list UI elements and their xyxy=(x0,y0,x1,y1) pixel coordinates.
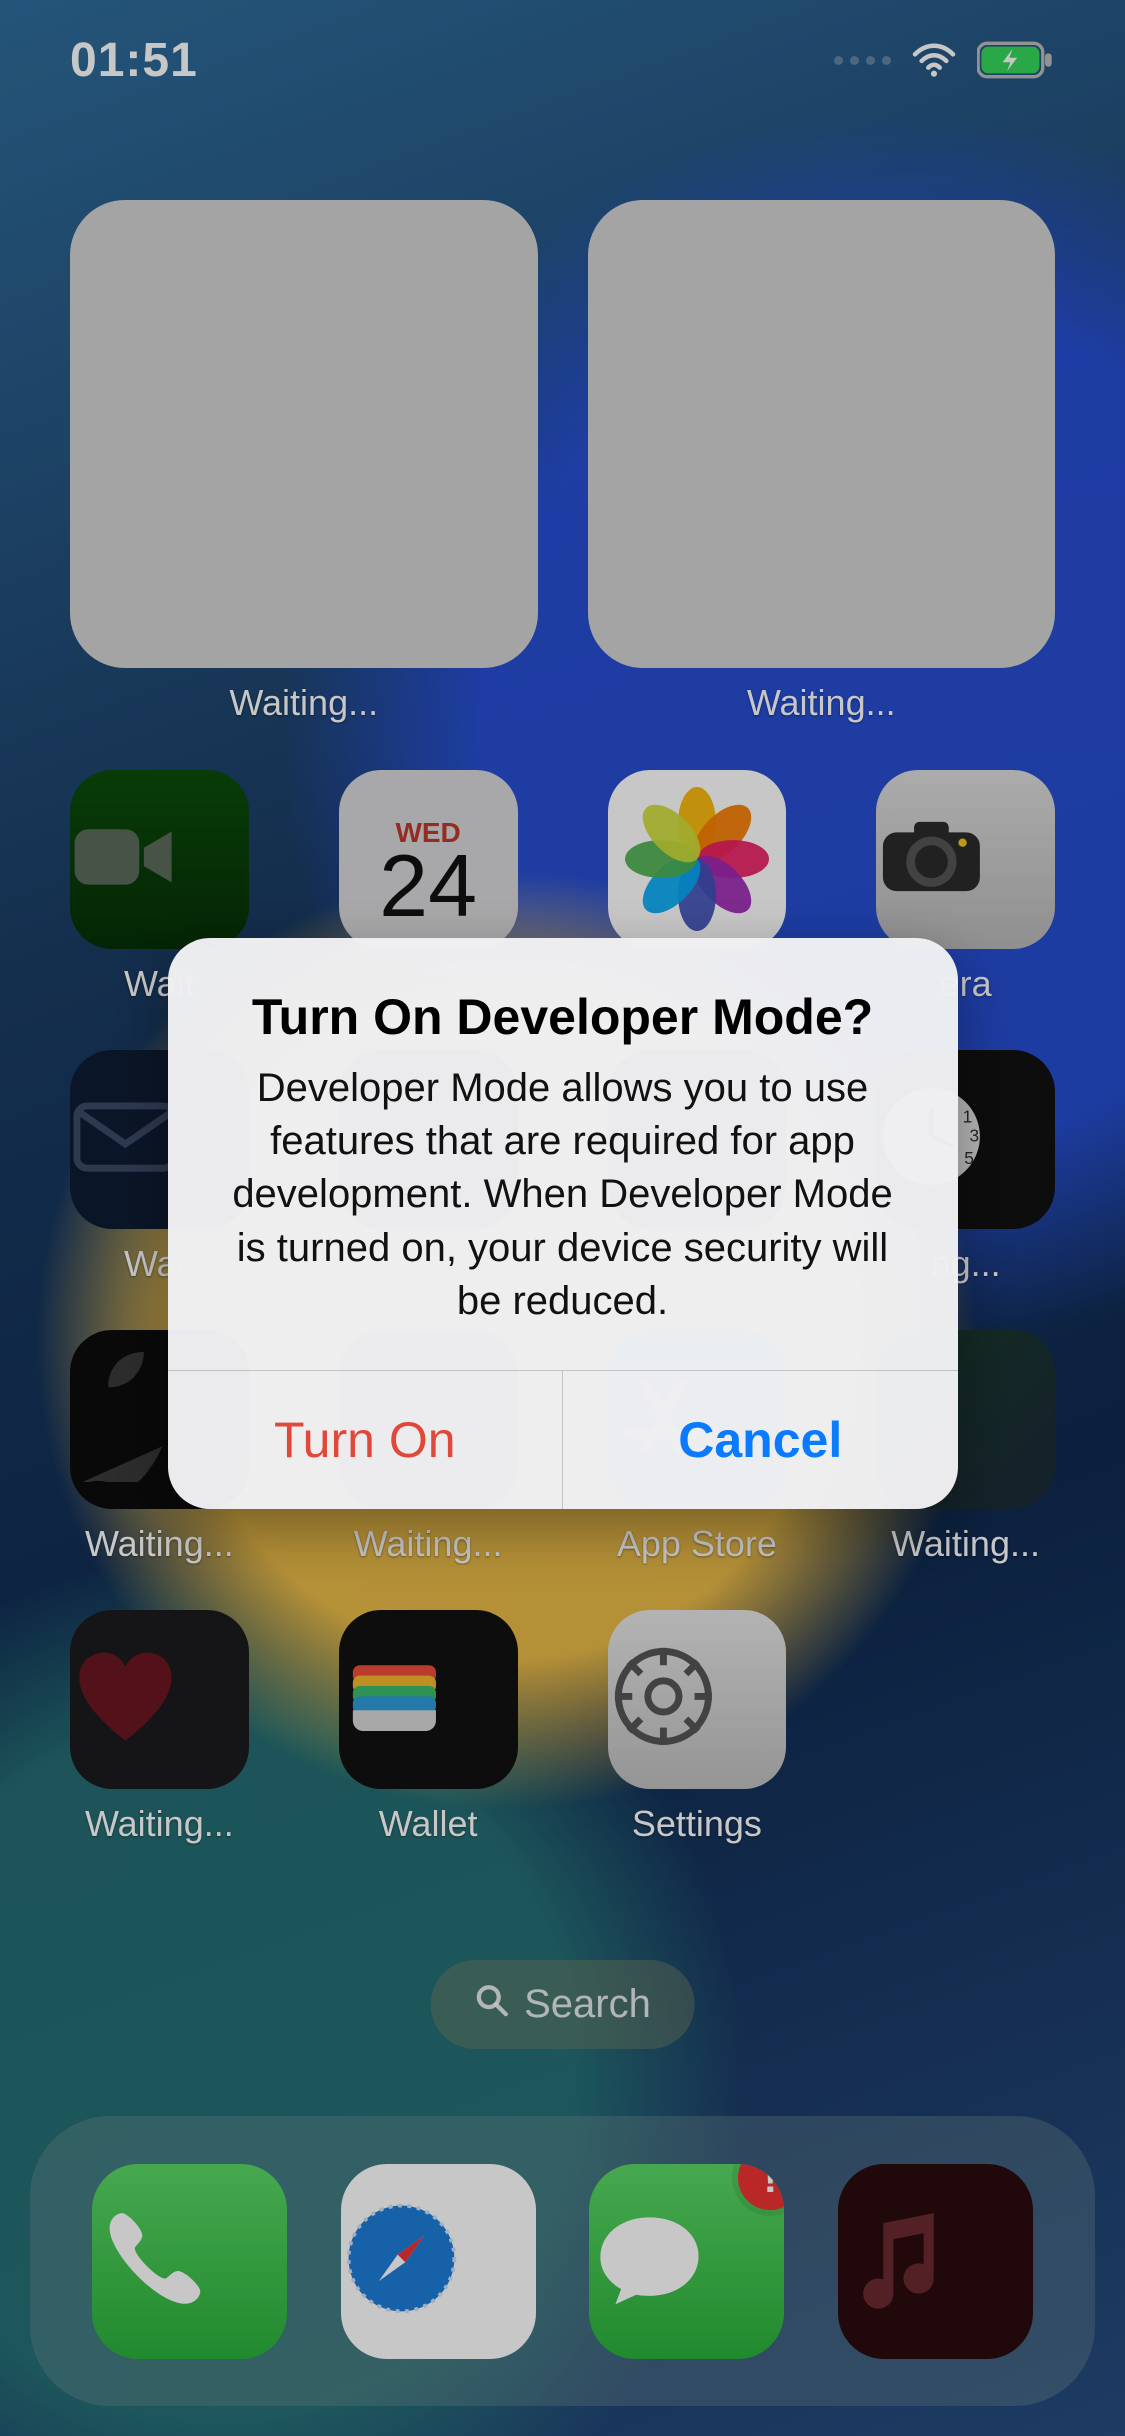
cancel-button[interactable]: Cancel xyxy=(562,1371,958,1509)
developer-mode-alert: Turn On Developer Mode? Developer Mode a… xyxy=(168,938,958,1509)
alert-message: Developer Mode allows you to use feature… xyxy=(214,1062,912,1328)
turn-on-button[interactable]: Turn On xyxy=(168,1371,563,1509)
alert-title: Turn On Developer Mode? xyxy=(214,988,912,1046)
